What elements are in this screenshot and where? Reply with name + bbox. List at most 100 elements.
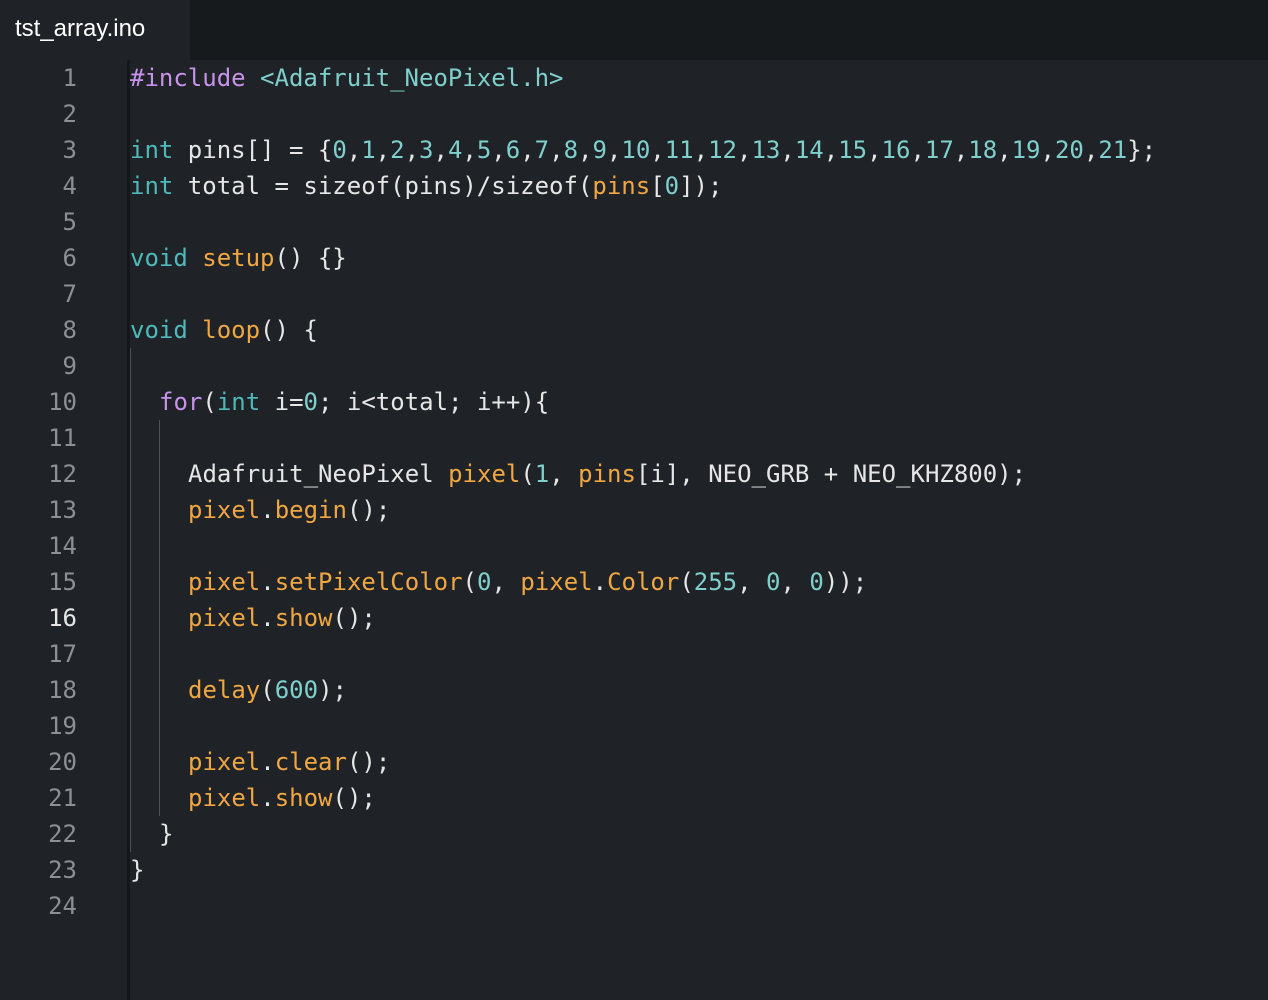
code-line[interactable]: 19 [0, 708, 1268, 744]
code-text: #include <Adafruit_NeoPixel.h> [130, 60, 563, 96]
code-line[interactable]: 1 #include <Adafruit_NeoPixel.h> [0, 60, 1268, 96]
code-token: ( [202, 388, 217, 416]
line-number: 3 [62, 136, 77, 164]
code-token: pixel [188, 568, 261, 596]
code-text: } [130, 852, 144, 888]
code-editor[interactable]: 1 #include <Adafruit_NeoPixel.h> 2 3 int pin… [0, 60, 1268, 1000]
code-token: 10 [621, 136, 651, 164]
code-token: show [274, 604, 333, 632]
code-line[interactable]: 2 [0, 96, 1268, 132]
code-line[interactable]: 20 pixel.clear(); [0, 744, 1268, 780]
code-token: int [130, 136, 174, 164]
code-text: pixel.clear(); [188, 744, 390, 780]
line-number: 9 [62, 352, 77, 380]
code-token: , [404, 136, 420, 164]
code-token: (); [332, 784, 376, 812]
code-token: )); [823, 568, 868, 596]
code-token: , [953, 136, 969, 164]
code-text: int total = sizeof(pins)/sizeof(pins[0])… [130, 168, 722, 204]
code-token: Color [607, 568, 680, 596]
code-token: pixel [188, 604, 261, 632]
code-token: i= [260, 388, 304, 416]
line-number: 19 [48, 712, 77, 740]
line-number: 20 [48, 748, 77, 776]
code-token: setPixelColor [274, 568, 463, 596]
code-token: 9 [592, 136, 607, 164]
code-text: delay(600); [188, 672, 347, 708]
code-token: 1 [361, 136, 376, 164]
code-token: ( [462, 568, 477, 596]
code-token: , [737, 136, 752, 164]
code-token: 21 [1098, 136, 1128, 164]
code-line[interactable]: 4 int total = sizeof(pins)/sizeof(pins[0]… [0, 168, 1268, 204]
code-line[interactable]: 6 void setup() {} [0, 240, 1268, 276]
code-text: Adafruit_NeoPixel pixel(1, pins[i], NEO_… [188, 456, 1026, 492]
code-token: ( [260, 676, 275, 704]
code-token: , [650, 136, 665, 164]
code-token: 16 [881, 136, 911, 164]
code-token: pixel [188, 748, 261, 776]
code-token: . [260, 748, 275, 776]
code-token: 8 [563, 136, 579, 164]
code-line[interactable]: 13 pixel.begin(); [0, 492, 1268, 528]
line-number: 2 [62, 100, 77, 128]
code-token: [i], NEO_GRB + NEO_KHZ800); [635, 460, 1027, 488]
code-token: 12 [708, 136, 737, 164]
code-line[interactable]: 7 [0, 276, 1268, 312]
code-line[interactable]: 10 for(int i=0; i<total; i++){ [0, 384, 1268, 420]
code-text: pixel.setPixelColor(0, pixel.Color(255, … [188, 564, 867, 600]
code-token: begin [274, 496, 347, 524]
code-token: 19 [1011, 136, 1041, 164]
code-line[interactable]: 23} [0, 852, 1268, 888]
line-number: 1 [62, 64, 77, 92]
line-number: 5 [62, 208, 77, 236]
code-token: ( [520, 460, 535, 488]
code-line[interactable]: 15 pixel.setPixelColor(0, pixel.Color(255… [0, 564, 1268, 600]
code-token: pins [578, 460, 636, 488]
code-token: , [780, 568, 810, 596]
line-number: 14 [48, 532, 77, 560]
code-line[interactable]: 3 int pins[] = {0,1,2,3,4,5,6,7,8,9,10,11… [0, 132, 1268, 168]
code-line[interactable]: 5 [0, 204, 1268, 240]
code-token: }; [1127, 136, 1157, 164]
line-number: 22 [48, 820, 77, 848]
code-line[interactable]: 11 [0, 420, 1268, 456]
code-token: loop [202, 316, 261, 344]
line-number: 15 [48, 568, 77, 596]
code-line[interactable]: 16 pixel.show(); [0, 600, 1268, 636]
line-number: 11 [48, 424, 77, 452]
code-token: 18 [968, 136, 998, 164]
code-token: , [433, 136, 448, 164]
code-line[interactable]: 8 void loop() { [0, 312, 1268, 348]
code-token: pixel [448, 460, 521, 488]
line-number: 12 [48, 460, 77, 488]
code-token: , [823, 136, 839, 164]
code-line[interactable]: 22} [0, 816, 1268, 852]
tab-tst-array[interactable]: tst_array.ino [0, 0, 190, 60]
code-line[interactable]: 17 [0, 636, 1268, 672]
line-number: 8 [62, 316, 77, 344]
line-number: 4 [62, 172, 77, 200]
code-line[interactable]: 14 [0, 528, 1268, 564]
code-token: show [274, 784, 333, 812]
code-token: } [130, 856, 145, 884]
code-token: total = sizeof(pins)/sizeof( [173, 172, 593, 200]
line-number: 23 [48, 856, 77, 884]
code-token: [ [650, 172, 665, 200]
code-token: , [462, 136, 477, 164]
code-line[interactable]: 12 Adafruit_NeoPixel pixel(1, pins[i], NE… [0, 456, 1268, 492]
code-token: , [606, 136, 622, 164]
line-number: 16 [48, 604, 77, 632]
code-line[interactable]: 9 [0, 348, 1268, 384]
code-line[interactable]: 18 delay(600); [0, 672, 1268, 708]
code-token: 0 [332, 136, 347, 164]
code-token: pins[] = { [173, 136, 333, 164]
code-text: pixel.begin(); [188, 492, 390, 528]
code-token: . [260, 784, 275, 812]
code-line[interactable]: 24 [0, 888, 1268, 924]
code-line[interactable]: 21 pixel.show(); [0, 780, 1268, 816]
code-token: 600 [274, 676, 319, 704]
code-token: 13 [751, 136, 781, 164]
code-token: 17 [924, 136, 954, 164]
